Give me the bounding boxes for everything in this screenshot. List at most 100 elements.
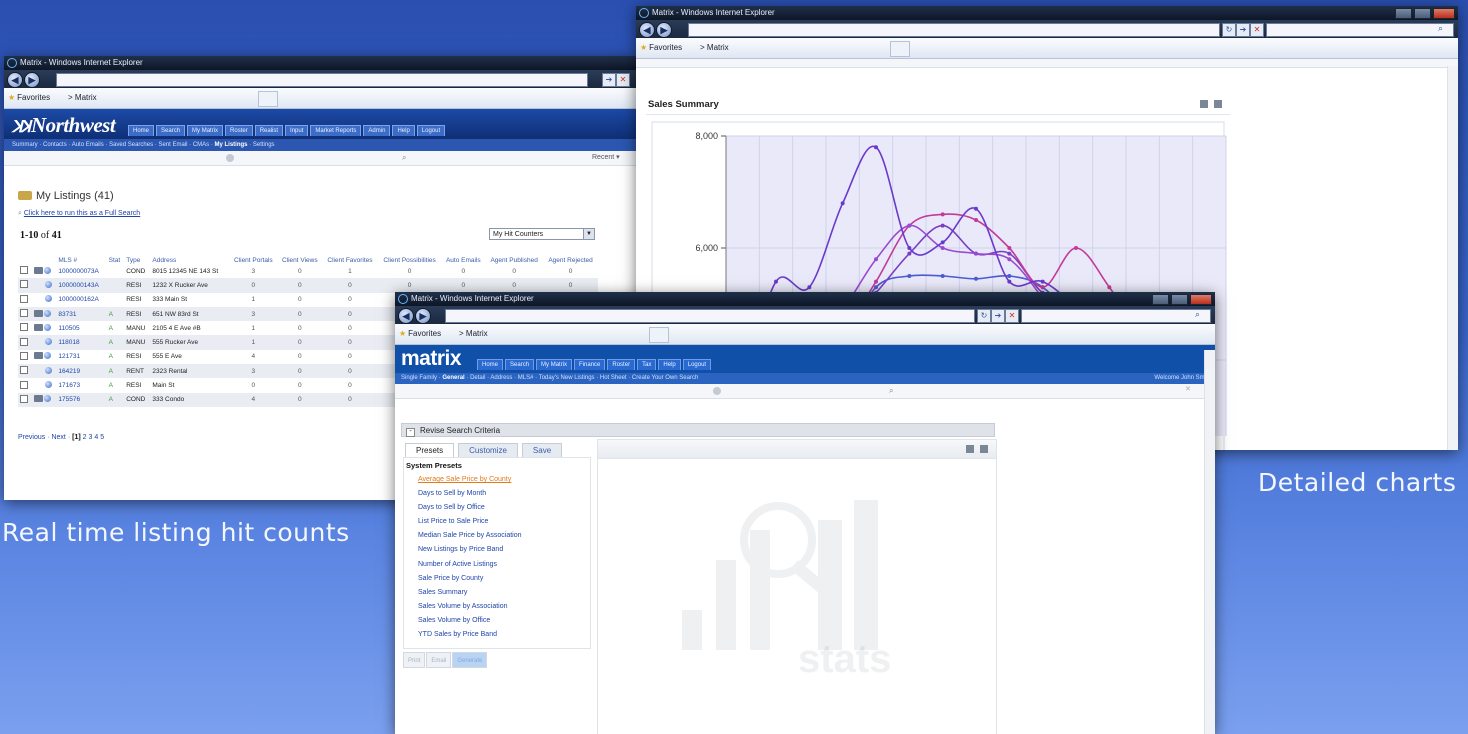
- preset-item[interactable]: YTD Sales by Price Band: [404, 628, 590, 642]
- recent-dropdown[interactable]: Recent ▾: [592, 153, 620, 161]
- row-checkbox[interactable]: [20, 323, 28, 332]
- preset-item[interactable]: Average Sale Price by County: [404, 473, 590, 487]
- menu-item[interactable]: Logout: [682, 359, 712, 370]
- row-checkbox[interactable]: [20, 366, 28, 375]
- submenu-item[interactable]: Today's New Listings: [539, 375, 595, 381]
- map-globe-icon[interactable]: [44, 366, 52, 374]
- submenu-item[interactable]: Detail: [470, 375, 485, 381]
- map-globe-icon[interactable]: [44, 395, 52, 403]
- column-header[interactable]: Agent Published: [485, 244, 543, 264]
- menu-item[interactable]: Logout: [416, 125, 446, 136]
- menu-item[interactable]: Help: [658, 359, 681, 370]
- favorites-button[interactable]: Favorites: [640, 43, 682, 52]
- row-checkbox[interactable]: [20, 337, 28, 346]
- grid-view-icon[interactable]: [1200, 100, 1208, 108]
- previous-link[interactable]: Previous: [18, 434, 45, 441]
- expand-icon[interactable]: -: [406, 428, 415, 437]
- preset-item[interactable]: Median Sale Price by Association: [404, 529, 590, 543]
- browser-tab[interactable]: > Matrix: [459, 329, 488, 338]
- back-button[interactable]: ◀: [398, 308, 414, 324]
- column-header[interactable]: Stat: [107, 244, 125, 264]
- mls-link[interactable]: 164219: [58, 368, 80, 375]
- page-link[interactable]: 2: [83, 434, 87, 441]
- submenu-item[interactable]: Contacts: [43, 142, 67, 148]
- row-checkbox[interactable]: [20, 294, 28, 303]
- photo-icon[interactable]: [33, 309, 43, 317]
- photo-icon[interactable]: [33, 323, 43, 331]
- mls-link[interactable]: 110505: [58, 325, 79, 332]
- mls-link[interactable]: 1000000143A: [58, 282, 99, 289]
- tab-customize[interactable]: Customize: [458, 443, 518, 457]
- map-globe-icon[interactable]: [44, 381, 52, 389]
- menu-item[interactable]: Market Reports: [310, 125, 362, 136]
- submenu-item[interactable]: General: [442, 375, 464, 381]
- forward-button[interactable]: ▶: [656, 22, 672, 38]
- map-globe-icon[interactable]: [44, 295, 52, 303]
- menu-item[interactable]: My Matrix: [536, 359, 573, 370]
- menu-item[interactable]: Roster: [225, 125, 253, 136]
- back-button[interactable]: ◀: [639, 22, 655, 38]
- submenu-item[interactable]: Summary: [12, 142, 38, 148]
- submenu-item[interactable]: Hot Sheet: [600, 375, 627, 381]
- map-globe-icon[interactable]: [44, 280, 52, 288]
- preset-item[interactable]: Sale Price by County: [404, 572, 590, 586]
- mls-link[interactable]: 171673: [58, 382, 80, 389]
- menu-item[interactable]: Help: [392, 125, 415, 136]
- menu-item[interactable]: Search: [156, 125, 186, 136]
- column-header[interactable]: Agent Rejected: [543, 244, 598, 264]
- favorites-button[interactable]: Favorites: [8, 93, 50, 102]
- scrollbar[interactable]: [1447, 66, 1458, 450]
- url-input[interactable]: [445, 309, 975, 323]
- preset-item[interactable]: Sales Volume by Association: [404, 600, 590, 614]
- column-header[interactable]: Type: [124, 244, 150, 264]
- page-link[interactable]: 3: [88, 434, 92, 441]
- stop-icon[interactable]: ✕: [1005, 309, 1019, 323]
- column-header[interactable]: Client Possibilities: [378, 244, 442, 264]
- revise-search-bar[interactable]: - Revise Search Criteria: [401, 423, 995, 437]
- column-header[interactable]: Address: [150, 244, 229, 264]
- forward-button[interactable]: ▶: [24, 72, 40, 88]
- maximize-button[interactable]: [1171, 294, 1188, 305]
- mls-link[interactable]: 175576: [58, 396, 80, 403]
- back-button[interactable]: ◀: [7, 72, 23, 88]
- close-icon[interactable]: ✕: [1185, 385, 1191, 393]
- go-icon[interactable]: ➔: [991, 309, 1005, 323]
- map-globe-icon[interactable]: [44, 266, 52, 274]
- page-link[interactable]: 4: [94, 434, 98, 441]
- menu-item[interactable]: Home: [128, 125, 155, 136]
- full-search-link[interactable]: ⌕ Click here to run this as a Full Searc…: [18, 210, 140, 218]
- submenu-item[interactable]: Saved Searches: [109, 142, 153, 148]
- forward-button[interactable]: ▶: [415, 308, 431, 324]
- close-button[interactable]: [1190, 294, 1212, 305]
- search-input[interactable]: ⌕: [1266, 23, 1454, 37]
- grid-view-icon[interactable]: [966, 445, 974, 453]
- column-header[interactable]: Client Portals: [229, 244, 277, 264]
- preset-item[interactable]: Sales Summary: [404, 586, 590, 600]
- menu-item[interactable]: Input: [285, 125, 309, 136]
- expand-icon[interactable]: [980, 445, 988, 453]
- tab-presets[interactable]: Presets: [405, 443, 455, 457]
- row-checkbox[interactable]: [20, 380, 28, 389]
- map-globe-icon[interactable]: [44, 309, 52, 317]
- search-icon[interactable]: ⌕: [889, 386, 893, 396]
- map-globe-icon[interactable]: [44, 338, 52, 346]
- minimize-button[interactable]: [1152, 294, 1169, 305]
- scrollbar[interactable]: [1204, 350, 1215, 734]
- row-checkbox[interactable]: [20, 280, 28, 289]
- maximize-button[interactable]: [1414, 8, 1431, 19]
- mls-link[interactable]: 1000000073A: [58, 268, 99, 275]
- favorites-button[interactable]: Favorites: [399, 329, 441, 338]
- photo-icon[interactable]: [33, 395, 43, 403]
- map-globe-icon[interactable]: [44, 323, 52, 331]
- search-icon[interactable]: ⌕: [1195, 309, 1200, 320]
- generate-button[interactable]: Generate: [452, 652, 488, 668]
- tab-save[interactable]: Save: [521, 443, 563, 457]
- new-tab-button[interactable]: [258, 91, 278, 107]
- submenu-item[interactable]: Settings: [253, 142, 275, 148]
- close-button[interactable]: [1433, 8, 1455, 19]
- mls-link[interactable]: 1000000162A: [58, 296, 99, 303]
- menu-item[interactable]: Realist: [254, 125, 284, 136]
- menu-item[interactable]: Admin: [363, 125, 391, 136]
- url-input[interactable]: [688, 23, 1220, 37]
- preset-item[interactable]: New Listings by Price Band: [404, 543, 590, 557]
